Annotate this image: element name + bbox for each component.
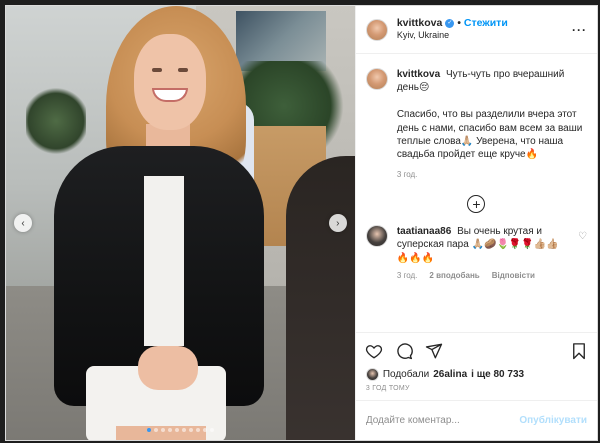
post-header-info: kvittkova ✓ • Стежити Kyiv, Ukraine [397, 17, 508, 41]
post-location[interactable]: Kyiv, Ukraine [397, 30, 508, 41]
post-side-panel: kvittkova ✓ • Стежити Kyiv, Ukraine ··· … [354, 6, 597, 440]
comments-area[interactable]: kvittkova Чуть-чуть про вчерашний день😔 … [356, 54, 597, 332]
likes-summary: Подобали 26alina і ще 80 733 [356, 368, 597, 381]
heart-icon [365, 344, 382, 359]
commenter-avatar[interactable] [365, 224, 388, 247]
heart-icon[interactable]: ♡ [578, 231, 587, 242]
carousel-indicator [6, 428, 355, 432]
author-username[interactable]: kvittkova [397, 17, 443, 30]
share-icon [425, 343, 442, 358]
comment-button[interactable] [394, 341, 414, 361]
carousel-dot [181, 428, 186, 432]
caption-avatar[interactable] [365, 68, 388, 90]
caption-body: kvittkova Чуть-чуть про вчерашний день😔 … [397, 68, 587, 181]
photo-foreground-person [286, 156, 355, 440]
carousel-dot [167, 428, 172, 432]
comment-meta: 3 год. 2 вподобань Відповісти [397, 271, 587, 280]
commenter-username[interactable]: taatianaa86 [397, 226, 451, 237]
caption: kvittkova Чуть-чуть про вчерашний день😔 … [365, 68, 587, 181]
post-modal: ‹ › kvittkova ✓ • Стежити Kyiv, Ukraine … [5, 5, 598, 441]
photo-shirt [144, 176, 184, 346]
author-avatar[interactable] [365, 18, 388, 41]
save-button[interactable] [569, 341, 589, 361]
comment: taatianaa86 Вы очень крутая и суперская … [365, 224, 587, 266]
carousel-dot [209, 428, 214, 432]
comment-likes[interactable]: 2 вподобань [429, 271, 479, 280]
liker-avatar[interactable] [365, 368, 379, 381]
post-photo[interactable]: ‹ › [6, 6, 355, 440]
caption-username[interactable]: kvittkova [397, 69, 440, 80]
add-comment-bar: Опублікувати [355, 400, 597, 440]
carousel-dot [202, 428, 207, 432]
likes-count[interactable]: і ще 80 733 [471, 369, 524, 380]
photo-eye-left [152, 68, 162, 72]
action-bar [355, 332, 597, 368]
post-timestamp: 3 год тому [365, 385, 410, 392]
carousel-prev-button[interactable]: ‹ [14, 214, 32, 232]
separator: • [457, 17, 461, 29]
caption-line2: Спасибо, что вы разделили вчера этот ден… [396, 109, 583, 160]
share-button[interactable] [424, 341, 444, 361]
photo-eye-right [178, 68, 188, 72]
comment-time: 3 год. [396, 271, 418, 281]
follow-button[interactable]: Стежити [464, 17, 508, 30]
load-more-row: + [366, 194, 587, 213]
photo-face [134, 34, 206, 130]
verified-badge-icon: ✓ [445, 19, 455, 29]
photo-hands [138, 346, 198, 390]
carousel-dot [195, 428, 200, 432]
chevron-left-icon: ‹ [21, 217, 25, 229]
carousel-dot [146, 428, 151, 432]
comment-body: taatianaa86 Вы очень крутая и суперская … [397, 225, 562, 266]
carousel-dot [160, 428, 165, 432]
caption-time: 3 год. [396, 170, 418, 180]
like-button[interactable] [364, 341, 384, 361]
photo-plants-left [26, 86, 86, 156]
likes-prefix: Подобали [382, 369, 430, 380]
post-header: kvittkova ✓ • Стежити Kyiv, Ukraine ··· [355, 6, 597, 54]
carousel-next-button[interactable]: › [328, 214, 347, 232]
bookmark-icon [573, 342, 585, 359]
publish-button[interactable]: Опублікувати [519, 415, 587, 426]
reply-button[interactable]: Відповісти [492, 271, 535, 280]
carousel-dot [174, 428, 179, 432]
post-header-name-row: kvittkova ✓ • Стежити [397, 17, 508, 30]
comment-icon [397, 342, 413, 359]
plus-circle-icon[interactable]: + [467, 194, 486, 213]
carousel-dot [188, 428, 193, 432]
chevron-right-icon: › [336, 217, 340, 229]
comment-input[interactable] [365, 415, 520, 426]
liker-username[interactable]: 26alina [433, 369, 467, 380]
carousel-dot [153, 428, 158, 432]
more-options-icon[interactable]: ··· [572, 23, 587, 37]
